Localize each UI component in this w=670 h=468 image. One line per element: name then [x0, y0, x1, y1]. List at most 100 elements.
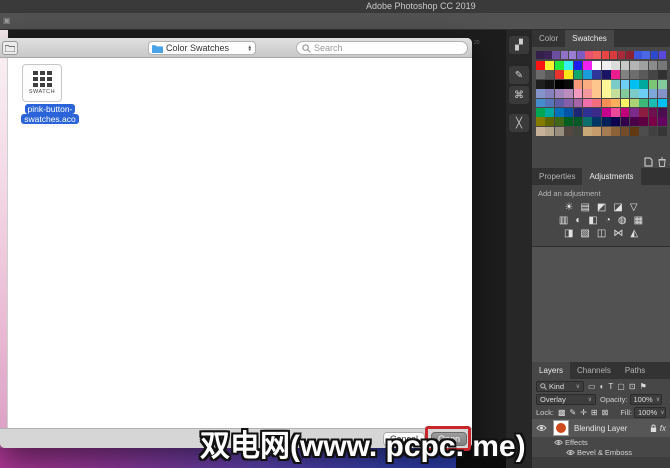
swatch[interactable] [536, 108, 545, 117]
tab-paths[interactable]: Paths [618, 362, 652, 379]
swatch[interactable] [583, 108, 592, 117]
swatch[interactable] [574, 108, 583, 117]
swatch[interactable] [649, 117, 658, 126]
swatch[interactable] [545, 117, 554, 126]
swatch[interactable] [555, 89, 564, 98]
selective-color-icon[interactable]: ◭ [630, 229, 638, 239]
new-swatch-icon[interactable] [644, 157, 653, 167]
swatch[interactable] [642, 51, 650, 59]
swatch[interactable] [602, 61, 611, 70]
swatch[interactable] [536, 99, 545, 108]
swatch[interactable] [602, 80, 611, 89]
swatch[interactable] [593, 51, 601, 59]
swatch[interactable] [639, 70, 648, 79]
swatch[interactable] [555, 117, 564, 126]
swatch[interactable] [611, 127, 620, 136]
swatch[interactable] [611, 80, 620, 89]
swatch[interactable] [658, 70, 667, 79]
swatch[interactable] [649, 70, 658, 79]
swatch[interactable] [592, 61, 601, 70]
swatch[interactable] [639, 127, 648, 136]
swatch[interactable] [630, 70, 639, 79]
swatch[interactable] [592, 117, 601, 126]
swatch[interactable] [592, 70, 601, 79]
opacity-select[interactable]: 100% ∨ [630, 394, 662, 405]
swatch[interactable] [621, 99, 630, 108]
blend-mode-select[interactable]: Overlay ∨ [536, 394, 596, 405]
swatch[interactable] [577, 51, 585, 59]
lock-all-icon[interactable]: ⊠ [602, 408, 609, 417]
filter-adjustment-layers-icon[interactable]: ◐ [600, 382, 605, 391]
layer-thumbnail[interactable] [553, 420, 569, 436]
visibility-eye-icon[interactable] [566, 449, 577, 456]
swatch[interactable] [545, 61, 554, 70]
swatch[interactable] [592, 89, 601, 98]
swatch[interactable] [564, 117, 573, 126]
swatch[interactable] [649, 61, 658, 70]
swatch[interactable] [536, 117, 545, 126]
layer-row-blending-layer[interactable]: Blending Layer fx [532, 419, 670, 437]
file-item-selected[interactable]: SWATCH pink-button- swatches.aco [20, 64, 80, 124]
swatch[interactable] [621, 80, 630, 89]
swatch[interactable] [658, 108, 667, 117]
swatch[interactable] [564, 70, 573, 79]
swatch[interactable] [555, 61, 564, 70]
swatch[interactable] [639, 99, 648, 108]
swatch[interactable] [574, 127, 583, 136]
filter-smart-objects-icon[interactable]: ⊡ [629, 382, 636, 391]
swatch[interactable] [555, 99, 564, 108]
swatch[interactable] [592, 99, 601, 108]
swatch[interactable] [564, 80, 573, 89]
filter-type-layers-icon[interactable]: T [608, 382, 613, 391]
color-lookup-icon[interactable]: ▦ [634, 216, 643, 226]
lock-artboard-icon[interactable]: ⊞ [591, 408, 598, 417]
swatch[interactable] [536, 80, 545, 89]
swatch[interactable] [564, 127, 573, 136]
swatch[interactable] [583, 117, 592, 126]
swatch[interactable] [555, 127, 564, 136]
swatch[interactable] [536, 61, 545, 70]
swatch[interactable] [639, 108, 648, 117]
swatch[interactable] [621, 127, 630, 136]
tab-channels[interactable]: Channels [570, 362, 618, 379]
swatch[interactable] [555, 80, 564, 89]
filter-shape-layers-icon[interactable]: ▢ [617, 382, 625, 391]
swatch[interactable] [561, 51, 569, 59]
swatch[interactable] [630, 127, 639, 136]
swatch[interactable] [658, 117, 667, 126]
visibility-eye-icon[interactable] [536, 424, 547, 432]
swatch[interactable] [574, 99, 583, 108]
swatch[interactable] [555, 70, 564, 79]
swatch[interactable] [611, 99, 620, 108]
channel-mixer-icon[interactable]: ◍ [618, 216, 627, 226]
swatch[interactable] [574, 70, 583, 79]
swatch[interactable] [545, 80, 554, 89]
swatch[interactable] [574, 89, 583, 98]
swatch[interactable] [611, 108, 620, 117]
swatch[interactable] [545, 70, 554, 79]
lock-paint-icon[interactable]: ✎ [570, 408, 577, 417]
swatch[interactable] [583, 80, 592, 89]
swatch[interactable] [649, 108, 658, 117]
swatch[interactable] [583, 89, 592, 98]
swatch[interactable] [610, 51, 618, 59]
swatch[interactable] [585, 51, 593, 59]
swatch[interactable] [659, 51, 667, 59]
threshold-icon[interactable]: ◫ [597, 229, 606, 239]
visibility-eye-icon[interactable] [554, 439, 565, 446]
effects-row[interactable]: Effects [532, 437, 670, 447]
layer-filter-kind-select[interactable]: Kind ∨ [536, 381, 584, 392]
black-white-icon[interactable]: ◧ [588, 216, 597, 226]
swatch[interactable] [536, 127, 545, 136]
swatch[interactable] [583, 70, 592, 79]
swatch[interactable] [621, 108, 630, 117]
invert-icon[interactable]: ◨ [564, 229, 573, 239]
levels-icon[interactable]: ▤ [580, 203, 589, 213]
tab-color[interactable]: Color [532, 30, 565, 47]
swatch[interactable] [564, 108, 573, 117]
swatch[interactable] [611, 70, 620, 79]
swatch[interactable] [658, 61, 667, 70]
swatch[interactable] [602, 70, 611, 79]
swatch[interactable] [621, 70, 630, 79]
swatch[interactable] [618, 51, 626, 59]
